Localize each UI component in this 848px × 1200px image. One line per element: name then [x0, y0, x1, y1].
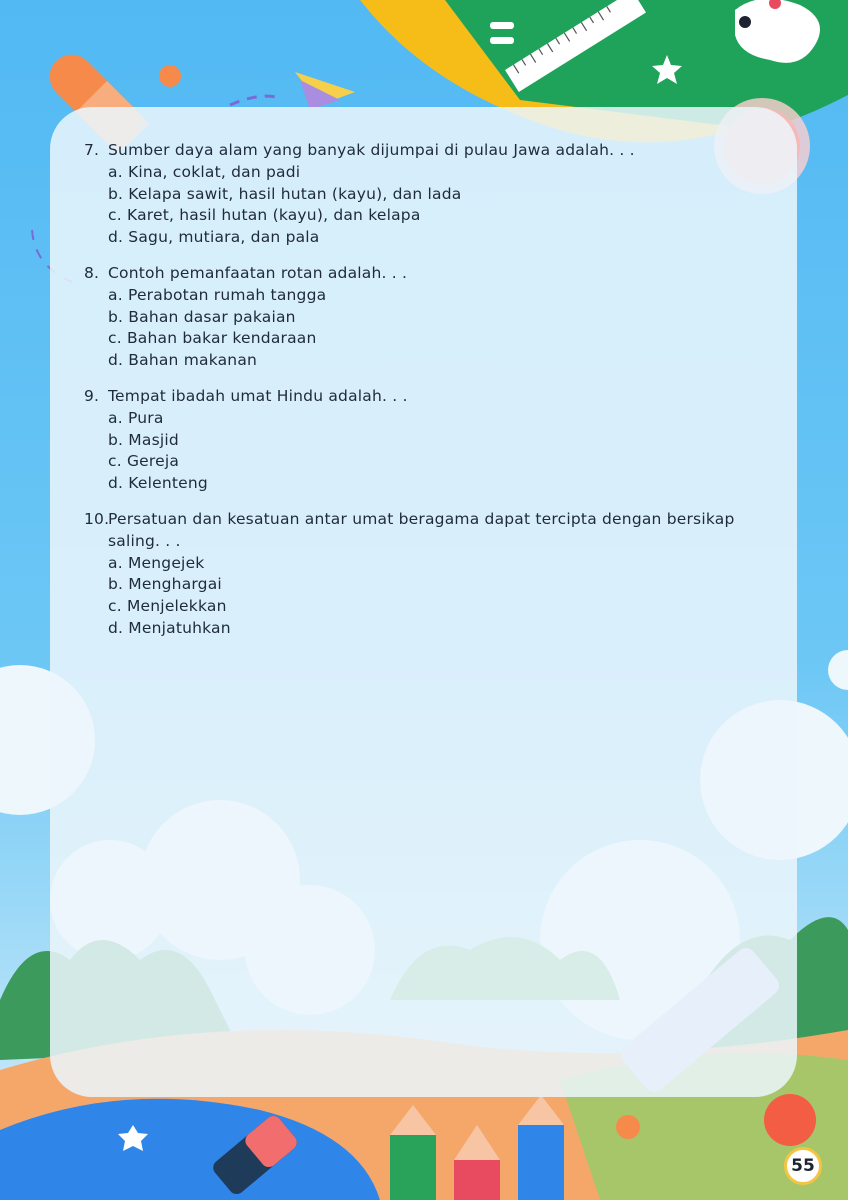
question-8: 8. Contoh pemanfaatan rotan adalah. . . … — [84, 263, 764, 372]
question-number: 9. — [84, 386, 100, 405]
option-c: c. Menjelekkan — [108, 597, 227, 616]
question-10: 10. Persatuan dan kesatuan antar umat be… — [84, 509, 764, 640]
option-c: c. Gereja — [108, 452, 180, 471]
option-c: c. Karet, hasil hutan (kayu), dan kelapa — [108, 206, 421, 225]
option-b: b. Kelapa sawit, hasil hutan (kayu), dan… — [108, 184, 462, 203]
option-b: b. Bahan dasar pakaian — [108, 307, 296, 326]
question-text: Sumber daya alam yang banyak dijumpai di… — [108, 141, 635, 159]
option-d: d. Sagu, mutiara, dan pala — [108, 228, 320, 247]
option-b: b. Menghargai — [108, 575, 222, 594]
option-a: a. Pura — [108, 408, 164, 427]
option-c: c. Bahan bakar kendaraan — [108, 329, 317, 348]
question-text: Persatuan dan kesatuan antar umat beraga… — [108, 509, 735, 550]
question-text: Contoh pemanfaatan rotan adalah. . . — [108, 263, 408, 282]
question-7: 7. Sumber daya alam yang banyak dijumpai… — [84, 140, 764, 249]
question-list: 7. Sumber daya alam yang banyak dijumpai… — [84, 140, 764, 654]
question-number: 7. — [84, 141, 100, 159]
question-number: 10. — [84, 509, 110, 528]
question-text: Tempat ibadah umat Hindu adalah. . . — [108, 386, 408, 405]
option-d: d. Bahan makanan — [108, 351, 258, 370]
option-a: a. Kina, coklat, dan padi — [108, 162, 301, 181]
question-number: 8. — [84, 263, 100, 282]
page-number: 55 — [784, 1147, 822, 1185]
option-a: a. Perabotan rumah tangga — [108, 285, 327, 304]
option-b: b. Masjid — [108, 430, 179, 449]
option-a: a. Mengejek — [108, 553, 205, 572]
option-d: d. Kelenteng — [108, 474, 208, 493]
option-d: d. Menjatuhkan — [108, 618, 231, 637]
question-9: 9. Tempat ibadah umat Hindu adalah. . . … — [84, 386, 764, 495]
